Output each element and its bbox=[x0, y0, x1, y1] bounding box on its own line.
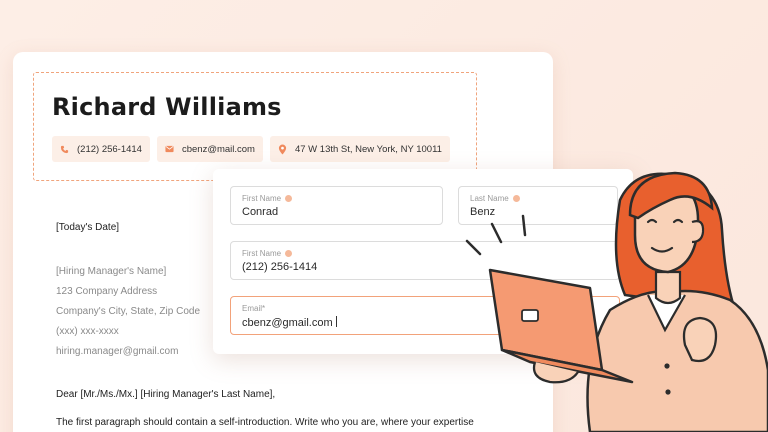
motion-lines bbox=[465, 214, 527, 256]
info-icon bbox=[285, 250, 293, 257]
phone-chip: (212) 256-1414 bbox=[52, 136, 150, 162]
raised-hand bbox=[682, 316, 718, 363]
letter-paragraph: The first paragraph should contain a sel… bbox=[56, 417, 474, 428]
letter-date: [Today's Date] bbox=[56, 222, 120, 233]
email-value-text: cbenz@gmail.com bbox=[242, 317, 333, 329]
email-value: cbenz@gmail.com bbox=[242, 316, 337, 329]
first-name-label: First Name bbox=[242, 194, 293, 203]
email-text: cbenz@mail.com bbox=[181, 143, 255, 155]
address-text: 47 W 13th St, New York, NY 10011 bbox=[294, 143, 442, 155]
letter-phone: (xxx) xxx-xxxx bbox=[56, 326, 119, 337]
mail-icon bbox=[165, 145, 174, 153]
phone-value: (212) 256-1414 bbox=[242, 261, 318, 273]
phone-text: (212) 256-1414 bbox=[77, 143, 142, 155]
letter-salutation: Dear [Mr./Ms./Mx.] [Hiring Manager's Las… bbox=[56, 389, 276, 400]
letter-company-city: Company's City, State, Zip Code bbox=[56, 306, 201, 317]
neck bbox=[654, 270, 682, 305]
text-cursor bbox=[335, 316, 337, 327]
phone-label: First Name bbox=[242, 249, 293, 258]
woman-with-laptop-illustration bbox=[465, 171, 768, 432]
email-label: Email* bbox=[242, 304, 266, 313]
phone-icon bbox=[60, 145, 69, 153]
address-chip: 47 W 13th St, New York, NY 10011 bbox=[269, 136, 450, 162]
location-pin-icon bbox=[278, 144, 287, 154]
letter-hiring-manager: [Hiring Manager's Name] bbox=[56, 266, 167, 277]
letter-email: hiring.manager@gmail.com bbox=[56, 346, 179, 357]
info-icon bbox=[285, 195, 293, 202]
first-name-field[interactable]: First Name Conrad bbox=[230, 186, 443, 225]
resume-header[interactable]: Richard Williams (212) 256-1414 cbenz@ma… bbox=[33, 72, 477, 181]
resume-name: Richard Williams bbox=[52, 93, 282, 121]
torso bbox=[586, 289, 768, 432]
letter-company-address: 123 Company Address bbox=[56, 286, 158, 297]
first-name-value: Conrad bbox=[242, 206, 279, 218]
contact-chips: (212) 256-1414 cbenz@mail.com 47 W 13th … bbox=[52, 136, 450, 162]
email-chip: cbenz@mail.com bbox=[156, 136, 263, 162]
